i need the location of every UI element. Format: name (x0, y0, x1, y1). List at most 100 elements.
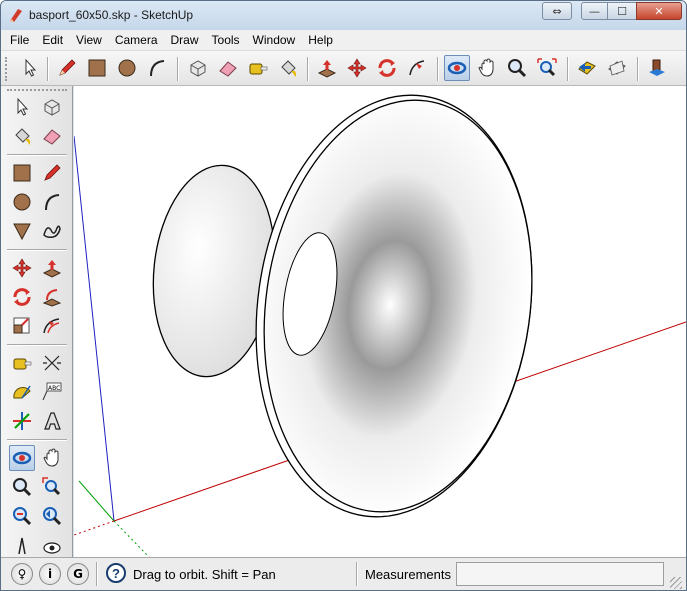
zoom-icon[interactable] (9, 474, 35, 500)
polygon-icon[interactable] (9, 218, 35, 244)
menu-tools[interactable]: Tools (212, 33, 240, 47)
red-axis-hidden (74, 520, 115, 536)
rectangle-icon[interactable] (84, 55, 110, 81)
help-icon[interactable]: ? (106, 563, 126, 583)
toolbar-separator (307, 57, 309, 81)
text-icon[interactable]: ABC (39, 379, 65, 405)
orbit-icon[interactable] (9, 445, 35, 471)
blue-axis (74, 135, 115, 522)
rotate-icon[interactable] (9, 284, 35, 310)
credits-icon[interactable]: i (39, 563, 61, 585)
move-icon[interactable] (344, 55, 370, 81)
window-title: basport_60x50.skp - SketchUp (29, 8, 194, 22)
zoom-extents-icon[interactable] (534, 55, 560, 81)
orbit-icon[interactable] (444, 55, 470, 81)
3d-text-icon[interactable] (39, 408, 65, 434)
menu-window[interactable]: Window (253, 33, 296, 47)
toolbar-separator (47, 57, 49, 81)
pencil-icon[interactable] (54, 55, 80, 81)
title-bar[interactable]: basport_60x50.skp - SketchUp ⇔ — ☐ ✕ (1, 1, 686, 30)
follow-me-icon[interactable] (39, 284, 65, 310)
status-separator (356, 562, 358, 586)
measurements-label: Measurements (365, 567, 451, 582)
minimize-button[interactable]: — (581, 2, 608, 20)
next-view-icon[interactable] (604, 55, 630, 81)
menu-file[interactable]: File (10, 33, 29, 47)
toolbar-separator (7, 439, 67, 441)
scale-icon[interactable] (9, 313, 35, 339)
window-controls: ⇔ — ☐ ✕ (542, 2, 682, 20)
walk-icon[interactable] (9, 532, 35, 558)
tape-measure-icon[interactable] (245, 55, 271, 81)
circle-icon[interactable] (114, 55, 140, 81)
toolbar-separator (7, 344, 67, 346)
green-axis-hidden (113, 520, 150, 557)
pan-icon[interactable] (474, 55, 500, 81)
status-separator (96, 562, 98, 586)
large-tool-set: ABC (1, 86, 73, 557)
restore-button[interactable]: ⇔ (542, 2, 572, 20)
geo-location-icon[interactable]: ♀ (11, 563, 33, 585)
select-icon[interactable] (9, 94, 35, 120)
toolbar-separator (567, 57, 569, 81)
menu-camera[interactable]: Camera (115, 33, 158, 47)
menu-draw[interactable]: Draw (171, 33, 199, 47)
dimension-icon[interactable] (39, 350, 65, 376)
make-component-icon[interactable] (185, 55, 211, 81)
measurements-input[interactable] (456, 562, 664, 586)
make-component-icon[interactable] (39, 94, 65, 120)
account-icon[interactable]: G (67, 563, 89, 585)
select-icon[interactable] (17, 55, 43, 81)
arc-icon[interactable] (144, 55, 170, 81)
push-pull-icon[interactable] (314, 55, 340, 81)
rotate-icon[interactable] (374, 55, 400, 81)
status-message: Drag to orbit. Shift = Pan (133, 567, 276, 582)
zoom-extents-icon[interactable] (9, 503, 35, 529)
getting-started-toolbar (1, 51, 686, 86)
status-bar: ♀ i G ? Drag to orbit. Shift = Pan Measu… (1, 557, 686, 590)
paint-bucket-icon[interactable] (9, 123, 35, 149)
maximize-button[interactable]: ☐ (607, 2, 637, 20)
get-models-icon[interactable] (644, 55, 670, 81)
menu-bar: File Edit View Camera Draw Tools Window … (1, 30, 686, 51)
look-around-icon[interactable] (39, 532, 65, 558)
close-button[interactable]: ✕ (636, 2, 682, 20)
toolbar-separator (637, 57, 639, 81)
zoom-icon[interactable] (504, 55, 530, 81)
axes-icon[interactable] (9, 408, 35, 434)
line-icon[interactable] (39, 160, 65, 186)
toolbar-grip[interactable] (5, 57, 9, 81)
toolbar-grip[interactable] (7, 89, 67, 93)
arc-icon[interactable] (39, 189, 65, 215)
rectangle-icon[interactable] (9, 160, 35, 186)
menu-edit[interactable]: Edit (42, 33, 63, 47)
menu-view[interactable]: View (76, 33, 102, 47)
toolbar-separator (7, 154, 67, 156)
menu-help[interactable]: Help (308, 33, 333, 47)
svg-text:ABC: ABC (48, 385, 60, 392)
eraser-icon[interactable] (39, 123, 65, 149)
freehand-icon[interactable] (39, 218, 65, 244)
green-axis (78, 480, 115, 522)
previous-view-icon[interactable] (39, 503, 65, 529)
model-canvas (74, 94, 686, 557)
resize-grip[interactable] (670, 577, 682, 589)
follow-me-icon[interactable] (404, 55, 430, 81)
previous-view-icon[interactable] (574, 55, 600, 81)
sketchup-window: basport_60x50.skp - SketchUp ⇔ — ☐ ✕ Fil… (0, 0, 687, 591)
zoom-window-icon[interactable] (39, 474, 65, 500)
offset-icon[interactable] (39, 313, 65, 339)
eraser-icon[interactable] (215, 55, 241, 81)
toolbar-separator (177, 57, 179, 81)
drawing-viewport[interactable] (74, 86, 686, 557)
sketchup-logo-icon (10, 9, 22, 22)
pan-icon[interactable] (39, 445, 65, 471)
toolbar-separator (7, 249, 67, 251)
tape-measure-icon[interactable] (9, 350, 35, 376)
push-pull-icon[interactable] (39, 255, 65, 281)
toolbar-separator (437, 57, 439, 81)
move-icon[interactable] (9, 255, 35, 281)
paint-bucket-icon[interactable] (275, 55, 301, 81)
circle-icon[interactable] (9, 189, 35, 215)
protractor-icon[interactable] (9, 379, 35, 405)
